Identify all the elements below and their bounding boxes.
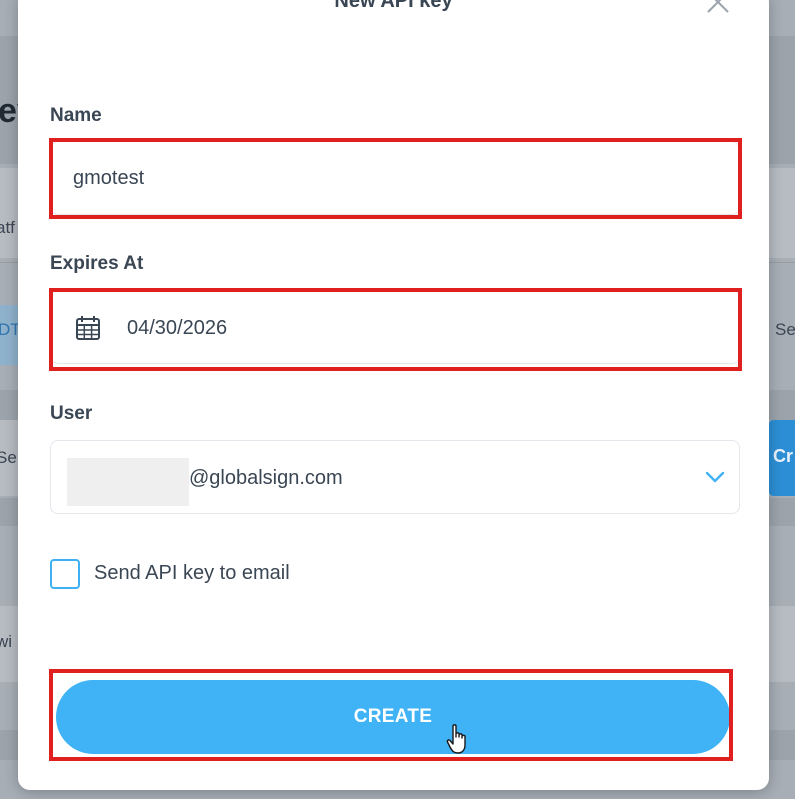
user-select[interactable]: @globalsign.com [50,440,740,514]
chevron-down-icon[interactable] [705,470,725,484]
hand-cursor-icon [446,723,470,755]
bg-text-fragment: Se [775,320,795,339]
expires-at-label: Expires At [50,253,144,274]
send-email-label[interactable]: Send API key to email [94,562,290,585]
user-value: @globalsign.com [189,467,343,489]
bg-text-fragment: Se [0,448,17,467]
dialog-title: New API key [334,0,453,12]
name-input[interactable] [73,142,673,214]
close-icon[interactable] [704,0,732,18]
create-button[interactable]: CREATE [56,680,730,754]
expires-at-field[interactable]: 04/30/2026 [50,290,740,364]
name-field[interactable] [50,141,740,215]
bg-text-fragment: wi [0,632,13,651]
name-label: Name [50,105,102,126]
new-api-key-dialog: New API key Name Expires At 04/30/2026 [18,0,769,790]
user-label: User [50,403,93,424]
send-email-checkbox[interactable] [50,559,80,589]
calendar-icon[interactable] [75,315,101,341]
bg-text-fragment: atf [0,218,15,237]
redacted-username [67,458,189,506]
bg-create-button: Cr [769,420,795,496]
expires-at-value: 04/30/2026 [127,317,228,339]
